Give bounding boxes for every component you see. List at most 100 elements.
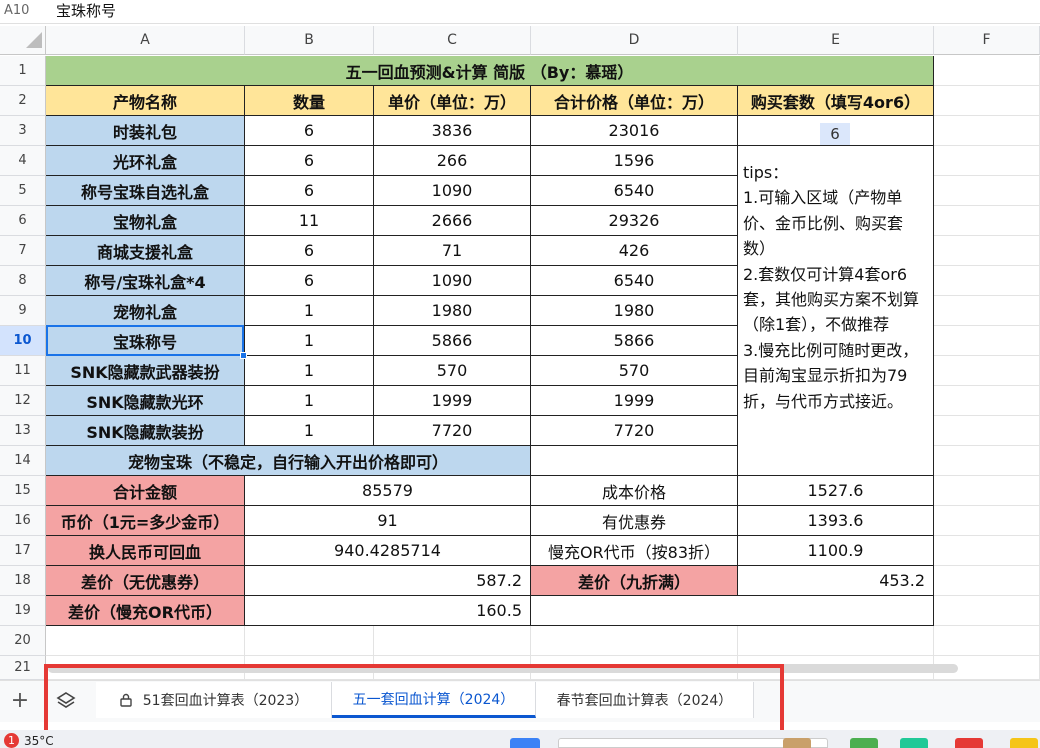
cell-row-20-col-1[interactable] (46, 626, 245, 656)
cell-reference[interactable]: A10 (0, 0, 48, 24)
cell-f12[interactable] (934, 386, 1040, 416)
row-header-17[interactable]: 17 (0, 536, 46, 566)
diff-no-coupon-value[interactable]: 587.2 (245, 566, 531, 596)
item-quantity[interactable]: 1 (245, 386, 374, 416)
column-header-d[interactable]: D (531, 26, 738, 55)
item-unit-price[interactable]: 1999 (374, 386, 531, 416)
add-sheet-icon[interactable]: + (6, 686, 34, 716)
diff-slow-charge-label[interactable]: 差价（慢充OR代币） (46, 596, 245, 626)
weather-temperature[interactable]: 35°C (24, 734, 54, 748)
coupon-label[interactable]: 有优惠券 (531, 506, 738, 536)
row-header-12[interactable]: 12 (0, 386, 46, 416)
cell-row-20-col-6[interactable] (934, 626, 1040, 656)
column-header-f[interactable]: F (934, 26, 1040, 55)
item-name[interactable]: SNK隐藏款武器装扮 (46, 356, 245, 386)
diff-discount-label[interactable]: 差价（九折满） (531, 566, 738, 596)
folder-icon[interactable] (1010, 738, 1038, 748)
row-header-2[interactable]: 2 (0, 86, 46, 116)
item-total-price[interactable]: 426 (531, 236, 738, 266)
cell-f17[interactable] (934, 536, 1040, 566)
cost-price-label[interactable]: 成本价格 (531, 476, 738, 506)
item-total-price[interactable]: 29326 (531, 206, 738, 236)
row-header-16[interactable]: 16 (0, 506, 46, 536)
item-quantity[interactable]: 1 (245, 416, 374, 446)
item-total-price[interactable]: 6540 (531, 176, 738, 206)
cell-f6[interactable] (934, 206, 1040, 236)
cell-f1[interactable] (934, 56, 1040, 86)
item-unit-price[interactable]: 71 (374, 236, 531, 266)
rmb-return-value[interactable]: 940.4285714 (245, 536, 531, 566)
pet-gem-row[interactable]: 宠物宝珠（不稳定，自行输入开出价格即可） (46, 446, 531, 476)
cell-f9[interactable] (934, 296, 1040, 326)
header-quantity[interactable]: 数量 (245, 86, 374, 116)
column-header-a[interactable]: A (46, 26, 245, 55)
cell-f18[interactable] (934, 566, 1040, 596)
row-header-5[interactable]: 5 (0, 176, 46, 206)
cell-f7[interactable] (934, 236, 1040, 266)
item-total-price[interactable]: 1596 (531, 146, 738, 176)
item-total-price[interactable]: 570 (531, 356, 738, 386)
cell-f11[interactable] (934, 356, 1040, 386)
item-quantity[interactable]: 6 (245, 146, 374, 176)
row-header-21[interactable]: 21 (0, 656, 46, 680)
cell-f8[interactable] (934, 266, 1040, 296)
column-header-c[interactable]: C (374, 26, 531, 55)
cell-f3[interactable] (934, 116, 1040, 146)
slow-charge-value[interactable]: 1100.9 (738, 536, 934, 566)
empty-cell-d19[interactable] (531, 596, 934, 626)
row-header-20[interactable]: 20 (0, 626, 46, 656)
browser-icon[interactable] (900, 738, 928, 748)
pet-gem-value-cell[interactable] (531, 446, 738, 476)
buy-sets-input[interactable]: 6 (820, 123, 850, 145)
item-total-price[interactable]: 23016 (531, 116, 738, 146)
cell-f5[interactable] (934, 176, 1040, 206)
formula-content[interactable]: 宝珠称号 (56, 0, 116, 24)
cell-row-20-col-3[interactable] (374, 626, 531, 656)
item-name[interactable]: 商城支援礼盒 (46, 236, 245, 266)
item-unit-price[interactable]: 1090 (374, 176, 531, 206)
row-header-13[interactable]: 13 (0, 416, 46, 446)
cell-row-20-col-2[interactable] (245, 626, 374, 656)
chrome-icon[interactable] (955, 738, 983, 748)
item-quantity[interactable]: 1 (245, 356, 374, 386)
row-header-4[interactable]: 4 (0, 146, 46, 176)
item-name[interactable]: 宝物礼盒 (46, 206, 245, 236)
app-icon[interactable] (850, 738, 878, 748)
fill-handle[interactable] (240, 352, 247, 359)
notification-badge[interactable]: 1 (4, 733, 19, 748)
item-quantity[interactable]: 1 (245, 296, 374, 326)
item-quantity[interactable]: 6 (245, 236, 374, 266)
coin-rate-value[interactable]: 91 (245, 506, 531, 536)
row-header-11[interactable]: 11 (0, 356, 46, 386)
coupon-value[interactable]: 1393.6 (738, 506, 934, 536)
cell-f15[interactable] (934, 476, 1040, 506)
cell-f13[interactable] (934, 416, 1040, 446)
item-total-price[interactable]: 1999 (531, 386, 738, 416)
item-name[interactable]: 宠物礼盒 (46, 296, 245, 326)
row-header-19[interactable]: 19 (0, 596, 46, 626)
item-quantity[interactable]: 6 (245, 176, 374, 206)
item-unit-price[interactable]: 266 (374, 146, 531, 176)
diff-discount-value[interactable]: 453.2 (738, 566, 934, 596)
header-buy-sets[interactable]: 购买套数（填写4or6） (738, 86, 934, 116)
row-header-10[interactable]: 10 (0, 326, 46, 356)
item-name[interactable]: 光环礼盒 (46, 146, 245, 176)
item-name[interactable]: 称号宝珠自选礼盒 (46, 176, 245, 206)
item-total-price[interactable]: 7720 (531, 416, 738, 446)
explorer-icon[interactable] (783, 738, 811, 748)
item-unit-price[interactable]: 2666 (374, 206, 531, 236)
header-item-name[interactable]: 产物名称 (46, 86, 245, 116)
item-quantity[interactable]: 1 (245, 326, 374, 356)
start-icon[interactable] (510, 738, 540, 748)
column-header-e[interactable]: E (738, 26, 934, 55)
total-amount-label[interactable]: 合计金额 (46, 476, 245, 506)
item-unit-price[interactable]: 1090 (374, 266, 531, 296)
total-amount-value[interactable]: 85579 (245, 476, 531, 506)
row-header-8[interactable]: 8 (0, 266, 46, 296)
row-header-3[interactable]: 3 (0, 116, 46, 146)
row-header-9[interactable]: 9 (0, 296, 46, 326)
slow-charge-label[interactable]: 慢充OR代币（按83折） (531, 536, 738, 566)
item-name[interactable]: SNK隐藏款光环 (46, 386, 245, 416)
item-quantity[interactable]: 6 (245, 266, 374, 296)
item-name[interactable]: SNK隐藏款装扮 (46, 416, 245, 446)
